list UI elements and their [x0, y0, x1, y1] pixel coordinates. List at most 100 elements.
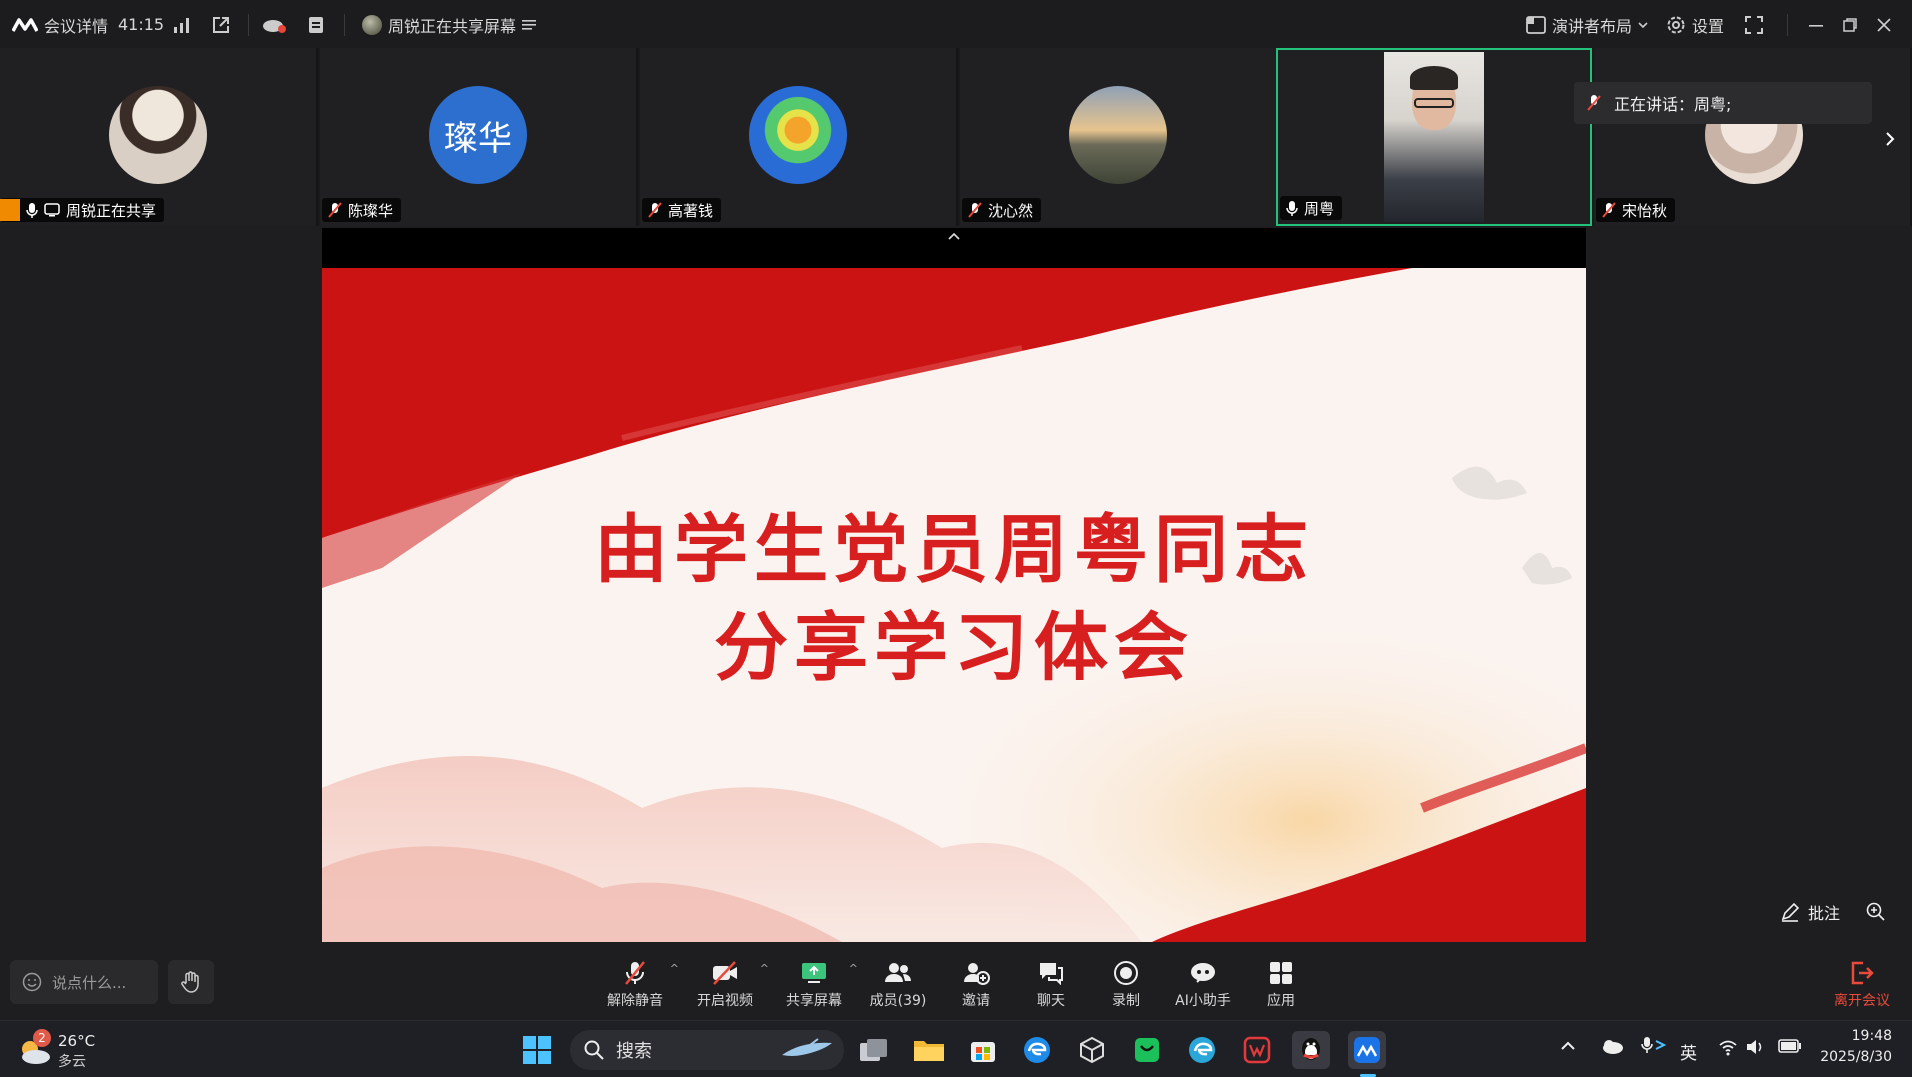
wps-icon[interactable] [1238, 1031, 1276, 1069]
caret-up-icon[interactable]: ^ [849, 962, 858, 975]
edge-browser-icon[interactable] [1183, 1031, 1221, 1069]
annotate-label: 批注 [1808, 904, 1841, 923]
zoom-in-icon [1866, 902, 1885, 921]
participant-namebar: 宋怡秋 [1596, 198, 1676, 222]
signal-strength-icon[interactable] [168, 11, 196, 39]
tool-label: 应用 [1267, 993, 1295, 1009]
chat-button[interactable]: 聊天 [1011, 960, 1091, 1010]
settings-button[interactable]: 设置 [1666, 13, 1724, 37]
ai-assistant-icon [1191, 963, 1215, 983]
tray-overflow-chevron-icon[interactable] [1560, 1039, 1576, 1051]
share-screen-button[interactable]: 共享屏幕 ^ [774, 960, 858, 1010]
avatar: 璨华 [429, 86, 527, 184]
fullscreen-icon[interactable] [1740, 11, 1768, 39]
layout-button[interactable]: 演讲者布局 [1526, 13, 1648, 37]
close-icon[interactable] [1870, 11, 1898, 39]
caret-up-icon[interactable]: ^ [670, 962, 679, 975]
annotate-button[interactable]: 批注 [1780, 892, 1840, 932]
avatar [109, 86, 207, 184]
meeting-timer: 41:15 [118, 15, 165, 34]
raise-hand-button[interactable] [168, 960, 214, 1004]
onedrive-icon[interactable] [1600, 1037, 1624, 1055]
minimize-icon[interactable] [1802, 11, 1830, 39]
restore-icon[interactable] [1836, 11, 1864, 39]
leave-icon [1851, 961, 1874, 985]
file-explorer-icon[interactable] [910, 1031, 948, 1069]
participant-tile[interactable]: 高著钱 [640, 48, 958, 226]
start-button[interactable] [518, 1031, 556, 1069]
divider [344, 14, 345, 36]
document-icon[interactable] [302, 11, 330, 39]
members-icon [885, 963, 911, 982]
edge-ai-browser-icon[interactable] [1018, 1031, 1056, 1069]
participant-name: 周锐正在共享 [66, 201, 157, 220]
quick-chat-input[interactable]: 说点什么... [10, 960, 158, 1004]
participant-name: 周粤 [1304, 199, 1335, 218]
sharing-status-label: 周锐正在共享屏幕 [388, 17, 517, 36]
start-video-button[interactable]: 开启视频 ^ [685, 960, 769, 1010]
participant-tile[interactable]: 周锐正在共享 [0, 48, 318, 226]
tool-label: 共享屏幕 [786, 993, 842, 1009]
zoom-in-button[interactable] [1866, 892, 1886, 932]
tool-label: 成员(39) [869, 993, 927, 1009]
participant-tile[interactable]: 宋怡秋 [1594, 48, 1912, 226]
mic-muted-icon [648, 202, 662, 218]
participant-tile[interactable]: 璨华 陈璨华 [320, 48, 638, 226]
sharing-status-button[interactable]: 周锐正在共享屏幕 [362, 13, 537, 37]
invite-button[interactable]: 邀请 [936, 960, 1016, 1010]
windows-logo-icon [523, 1036, 551, 1064]
microsoft-store-icon[interactable] [964, 1031, 1002, 1069]
green-app-icon[interactable] [1128, 1031, 1166, 1069]
participant-tile[interactable]: 沈心然 [960, 48, 1278, 226]
caret-up-icon[interactable]: ^ [760, 962, 769, 975]
qq-icon[interactable] [1292, 1031, 1330, 1069]
participant-tile-active-speaker[interactable]: 周粤 [1276, 48, 1592, 226]
volume-icon[interactable] [1745, 1037, 1765, 1057]
emoji-icon [22, 972, 42, 992]
mic-muted-icon [1587, 95, 1601, 111]
ime-indicator[interactable]: 英 [1680, 1039, 1697, 1064]
divider [1787, 14, 1788, 36]
meeting-details-button[interactable]: 会议详情 [12, 13, 108, 37]
host-icon [0, 199, 20, 221]
video-feed [1384, 52, 1484, 222]
clock-date[interactable]: 2025/8/30 [1818, 1049, 1892, 1065]
record-button[interactable]: 录制 [1086, 960, 1166, 1010]
apps-button[interactable]: 应用 [1241, 960, 1321, 1010]
mic-off-icon [625, 961, 645, 985]
strip-next-button[interactable] [1878, 122, 1902, 156]
tool-label: AI小助手 [1175, 993, 1231, 1009]
mic-muted-icon [1602, 202, 1616, 218]
taskbar-search[interactable]: 搜索 [570, 1030, 844, 1070]
cloud-record-icon[interactable] [261, 11, 289, 39]
tool-label: 聊天 [1037, 993, 1065, 1009]
settings-label: 设置 [1692, 17, 1725, 36]
participant-name: 陈璨华 [348, 201, 394, 220]
weather-widget[interactable]: 2 26°C 多云 [16, 1029, 136, 1073]
chevron-right-icon [1886, 132, 1895, 146]
participant-namebar: 陈璨华 [322, 198, 402, 222]
chevron-down-icon [1638, 22, 1648, 29]
search-highlight-icon [782, 1038, 832, 1056]
leave-meeting-button[interactable]: 离开会议 [1822, 960, 1902, 1010]
members-button[interactable]: 成员(39) [858, 960, 938, 1010]
unmute-button[interactable]: 解除静音 ^ [595, 960, 679, 1010]
participant-name: 高著钱 [668, 201, 714, 220]
task-view-icon[interactable] [855, 1031, 893, 1069]
weather-desc: 多云 [58, 1054, 86, 1070]
clock-time[interactable]: 19:48 [1832, 1028, 1892, 1044]
unity-hub-icon[interactable] [1073, 1031, 1111, 1069]
popout-icon[interactable] [207, 11, 235, 39]
layout-icon [1526, 16, 1546, 34]
tencent-meeting-logo-icon [12, 18, 38, 32]
collapse-chevron-up-icon[interactable] [948, 232, 960, 240]
voice-input-icon[interactable] [1640, 1035, 1666, 1057]
tencent-meeting-taskbar-icon[interactable] [1348, 1031, 1386, 1069]
participant-name: 宋怡秋 [1622, 201, 1668, 220]
wifi-icon[interactable] [1718, 1038, 1738, 1056]
participant-namebar: 高著钱 [642, 198, 722, 222]
ai-assistant-button[interactable]: AI小助手 [1163, 960, 1243, 1010]
battery-icon[interactable] [1778, 1039, 1802, 1053]
tool-label: 开启视频 [697, 993, 753, 1009]
menu-icon [522, 20, 537, 30]
